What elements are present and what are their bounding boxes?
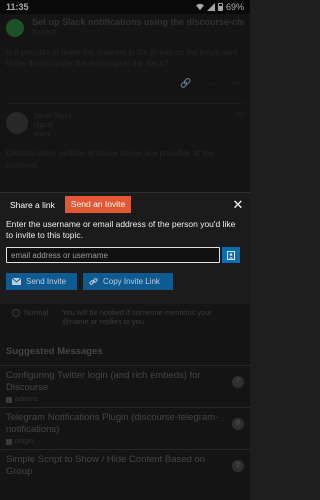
notification-description: You will be notified if someone mentions…	[62, 308, 212, 326]
suggested-item[interactable]: Telegram Notifications Plugin (discourse…	[0, 407, 250, 449]
suggested-item-count: 8	[232, 418, 244, 430]
invite-description: Enter the username or email address of t…	[6, 219, 236, 240]
suggested-item-count: 7	[232, 376, 244, 388]
copy-invite-label: Copy Invite Link	[103, 277, 160, 286]
notification-level[interactable]: Normal	[24, 308, 48, 317]
tab-send-invite[interactable]: Send an Invite	[64, 196, 132, 213]
envelope-icon	[12, 278, 21, 285]
suggested-title: Suggested Messages	[6, 346, 103, 357]
suggested-item-category[interactable]: admins	[6, 396, 226, 403]
suggested-item[interactable]: Simple Script to Show / Hide Content Bas…	[0, 449, 250, 482]
notification-level-icon	[12, 309, 20, 317]
suggested-item-title[interactable]: Configuring Twitter login (and rich embe…	[6, 370, 226, 394]
invite-actions: Send Invite Copy Invite Link	[0, 266, 250, 297]
lower-content: Normal You will be notified if someone m…	[0, 304, 250, 482]
close-icon[interactable]: ✕	[232, 198, 244, 211]
invite-row	[0, 244, 250, 266]
share-modal: Share a link Send an Invite ✕ Enter the …	[0, 192, 250, 304]
link-icon	[89, 278, 98, 285]
notification-row: Normal You will be notified if someone m…	[0, 304, 250, 332]
suggested-item[interactable]: Configuring Twitter login (and rich embe…	[0, 365, 250, 407]
invite-username-input[interactable]	[6, 247, 220, 263]
suggested-item-count: 2	[232, 460, 244, 472]
suggested-item-title[interactable]: Telegram Notifications Plugin (discourse…	[6, 412, 226, 436]
tab-share-link[interactable]: Share a link	[6, 200, 59, 210]
address-book-icon	[227, 250, 235, 260]
copy-invite-link-button[interactable]: Copy Invite Link	[83, 273, 173, 290]
send-invite-button[interactable]: Send Invite	[6, 273, 77, 290]
suggested-item-title[interactable]: Simple Script to Show / Hide Content Bas…	[6, 454, 226, 478]
send-invite-label: Send Invite	[26, 277, 67, 286]
contact-picker-button[interactable]	[222, 247, 240, 263]
modal-tabs: Share a link Send an Invite ✕	[0, 193, 250, 216]
suggested-item-category[interactable]: plugin	[6, 438, 226, 445]
